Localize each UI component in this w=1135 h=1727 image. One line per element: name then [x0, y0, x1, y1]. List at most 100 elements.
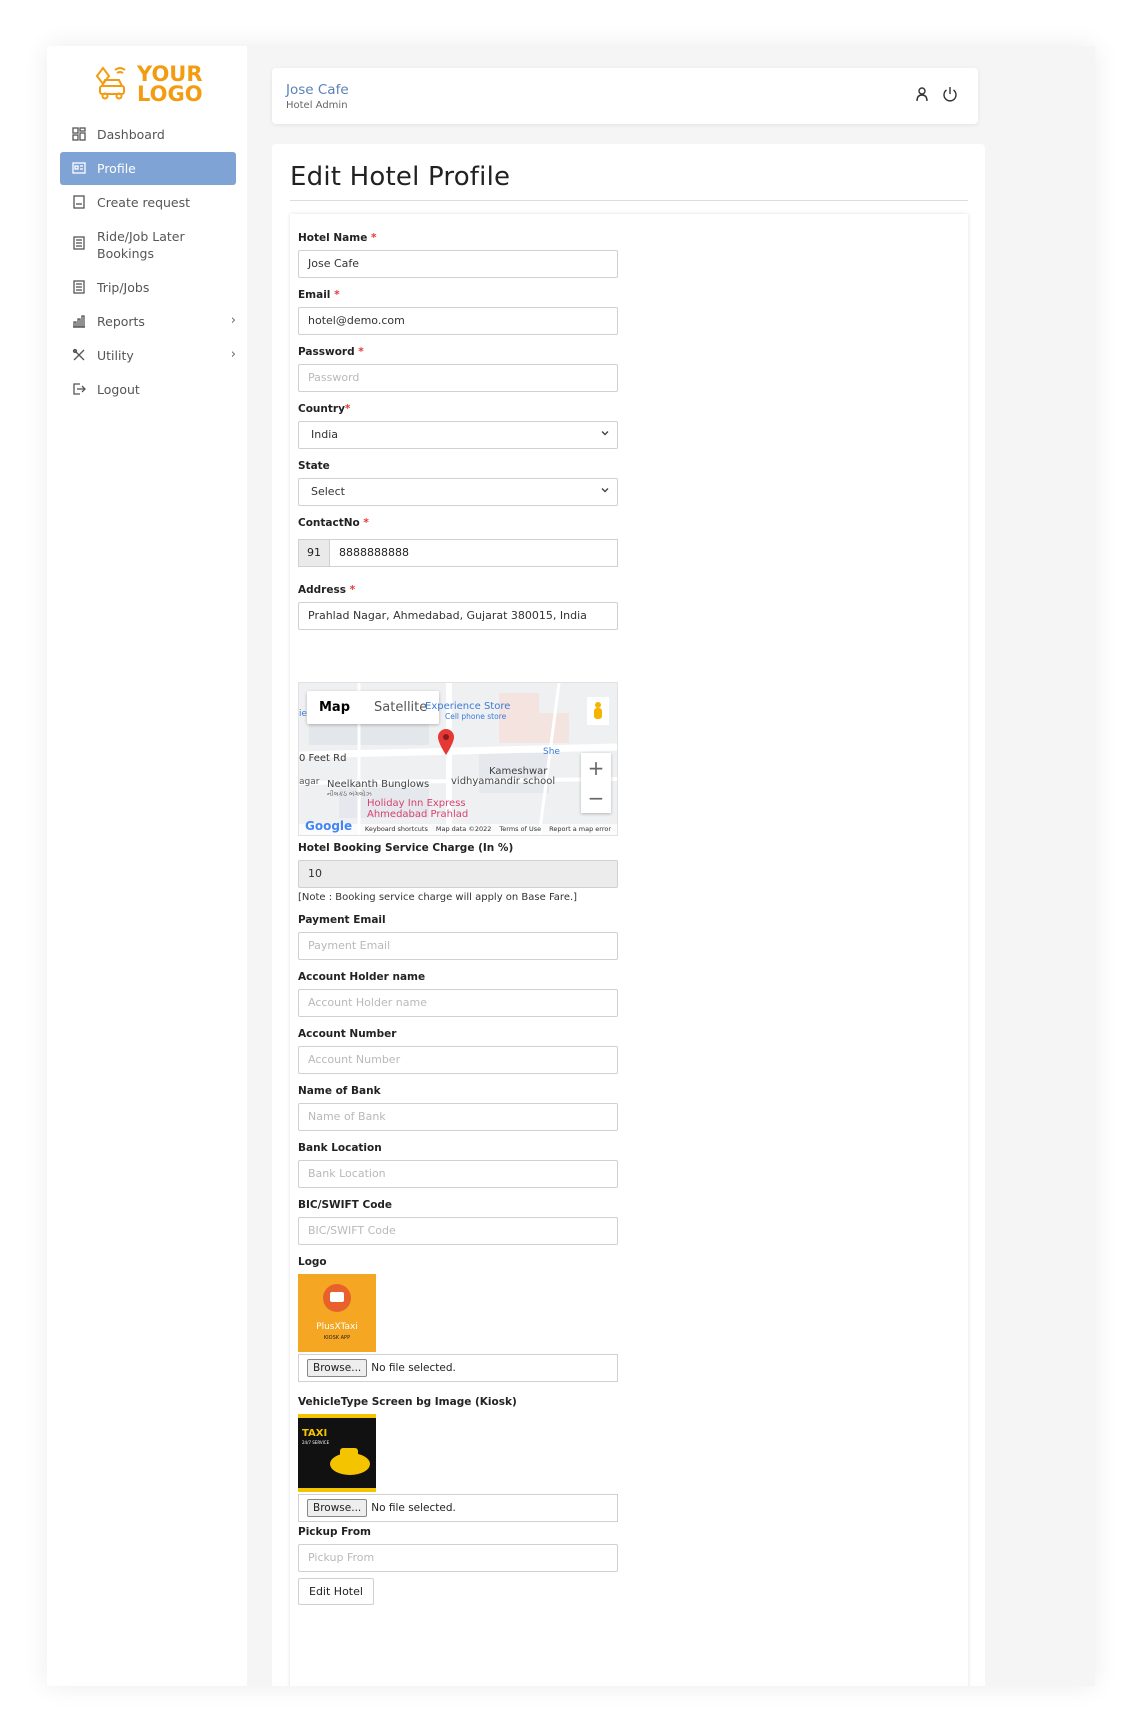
- sidebar-item-profile[interactable]: Profile: [60, 152, 236, 185]
- email-field: Email * hotel@demo.com: [298, 289, 618, 335]
- logo-file-input[interactable]: Browse... No file selected.: [298, 1354, 618, 1382]
- account-number-input[interactable]: Account Number: [298, 1046, 618, 1074]
- top-header: Jose Cafe Hotel Admin: [272, 68, 978, 124]
- chevron-down-icon: [601, 488, 609, 493]
- swift-input[interactable]: BIC/SWIFT Code: [298, 1217, 618, 1245]
- keyboard-shortcuts-link[interactable]: Keyboard shortcuts: [365, 824, 428, 835]
- bank-location-input[interactable]: Bank Location: [298, 1160, 618, 1188]
- app-frame: YOUR LOGO Dashboard Profile Create reque…: [47, 46, 1095, 1686]
- power-icon[interactable]: [942, 86, 958, 102]
- pickup-input[interactable]: Pickup From: [298, 1544, 618, 1572]
- sidebar: YOUR LOGO Dashboard Profile Create reque…: [47, 46, 247, 1686]
- logo-image-subtext: KIOSK APP: [324, 1335, 350, 1341]
- sidebar-item-label: Ride/Job Later Bookings: [97, 229, 185, 261]
- logo-field: Logo PlusXTaxi KIOSK APP Browse... No fi…: [298, 1256, 618, 1382]
- user-role: Hotel Admin: [286, 100, 348, 111]
- map-tab-map[interactable]: Map: [307, 691, 362, 724]
- payment-email-input[interactable]: Payment Email: [298, 932, 618, 960]
- map-label: Ahmedabad Prahlad: [367, 809, 469, 820]
- map-label: Cell phone store: [445, 712, 507, 721]
- service-charge-note: [Note : Booking service charge will appl…: [298, 892, 578, 903]
- service-charge-field: Hotel Booking Service Charge (In %) 10 […: [298, 842, 618, 903]
- browse-button[interactable]: Browse...: [307, 1359, 368, 1377]
- title-divider: [290, 200, 968, 201]
- sidebar-item-ride-job-later[interactable]: Ride/Job Later Bookings: [60, 220, 236, 270]
- edit-hotel-button[interactable]: Edit Hotel: [298, 1578, 374, 1605]
- sidebar-item-create-request[interactable]: Create request: [60, 186, 236, 219]
- terms-link[interactable]: Terms of Use: [499, 824, 541, 835]
- sidebar-item-label: Utility: [97, 348, 134, 363]
- field-label: Hotel Booking Service Charge (In %): [298, 842, 514, 854]
- contact-number-input[interactable]: 8888888888: [330, 539, 618, 567]
- brand-logo[interactable]: YOUR LOGO: [93, 64, 203, 105]
- browse-button[interactable]: Browse...: [307, 1499, 368, 1517]
- field-label: Hotel Name *: [298, 232, 377, 244]
- field-label: Address *: [298, 584, 356, 596]
- hotel-name-input[interactable]: Jose Cafe: [298, 250, 618, 278]
- bookings-icon: [73, 236, 85, 250]
- map-label: vidhyamandir school: [451, 776, 556, 787]
- google-logo: Google: [305, 819, 353, 833]
- trips-icon: [73, 280, 85, 294]
- field-label: VehicleType Screen bg Image (Kiosk): [298, 1396, 517, 1408]
- sidebar-item-reports[interactable]: Reports ›: [60, 305, 236, 338]
- map-label: agar: [299, 777, 320, 787]
- map-label: નીલકંઠ બંગલોઝ: [327, 790, 372, 798]
- field-label: State: [298, 460, 330, 472]
- state-field: State Select: [298, 460, 618, 506]
- sidebar-item-label: Reports: [97, 314, 145, 329]
- zoom-out-button[interactable]: −: [581, 783, 611, 813]
- map-label: Holiday Inn Express: [367, 798, 466, 809]
- dashboard-icon: [72, 127, 86, 141]
- bank-name-field: Name of Bank Name of Bank: [298, 1085, 618, 1131]
- country-field: Country* India: [298, 403, 618, 449]
- account-holder-field: Account Holder name Account Holder name: [298, 971, 618, 1017]
- zoom-in-button[interactable]: +: [581, 753, 611, 783]
- field-label: Account Number: [298, 1028, 397, 1040]
- field-label: Pickup From: [298, 1526, 371, 1538]
- location-map[interactable]: Map Satellite Experience Store Cell phon…: [298, 682, 618, 836]
- user-icon[interactable]: [914, 86, 930, 102]
- vehicle-bg-preview-image: TAXI 24/7 SERVICE: [298, 1414, 376, 1492]
- state-value: Select: [298, 478, 618, 506]
- vehicle-image-subtext: 24/7 SERVICE: [302, 1440, 330, 1445]
- pegman-icon[interactable]: [587, 697, 609, 725]
- taxi-logo-icon: [95, 66, 126, 100]
- bank-location-field: Bank Location Bank Location: [298, 1142, 618, 1188]
- map-label: Experience Store: [425, 701, 511, 712]
- account-number-field: Account Number Account Number: [298, 1028, 618, 1074]
- utility-icon: [72, 348, 85, 361]
- sidebar-item-trip-jobs[interactable]: Trip/Jobs: [60, 271, 236, 304]
- password-input[interactable]: Password: [298, 364, 618, 392]
- chevron-right-icon: ›: [230, 313, 236, 328]
- report-map-error-link[interactable]: Report a map error: [549, 824, 611, 835]
- file-status: No file selected.: [371, 1362, 456, 1374]
- logo-preview-image: PlusXTaxi KIOSK APP: [298, 1274, 376, 1352]
- account-holder-input[interactable]: Account Holder name: [298, 989, 618, 1017]
- sidebar-item-label: Profile: [97, 161, 136, 176]
- field-label: ContactNo *: [298, 517, 369, 529]
- address-input[interactable]: Prahlad Nagar, Ahmedabad, Gujarat 380015…: [298, 602, 618, 630]
- logout-icon: [73, 383, 86, 395]
- state-select[interactable]: Select: [298, 478, 618, 506]
- map-data-credit: Map data ©2022: [435, 825, 492, 833]
- edit-hotel-form: Hotel Name * Jose Cafe Email * hotel@dem…: [290, 214, 968, 1686]
- hotel-name-title: Jose Cafe: [286, 82, 349, 98]
- country-value: India: [298, 421, 618, 449]
- field-label: Logo: [298, 1256, 327, 1268]
- sidebar-item-utility[interactable]: Utility ›: [60, 339, 236, 372]
- password-field: Password * Password: [298, 346, 618, 392]
- vehicle-image-text: TAXI: [302, 1428, 327, 1439]
- logo-image-text: PlusXTaxi: [316, 1322, 358, 1332]
- sidebar-item-dashboard[interactable]: Dashboard: [60, 118, 236, 151]
- sidebar-item-logout[interactable]: Logout: [60, 373, 236, 406]
- sidebar-item-label: Dashboard: [97, 127, 165, 142]
- country-select[interactable]: India: [298, 421, 618, 449]
- vehicle-bg-file-input[interactable]: Browse... No file selected.: [298, 1494, 618, 1522]
- map-label: Neelkanth Bunglows: [327, 779, 430, 790]
- field-label: Email *: [298, 289, 340, 301]
- file-status: No file selected.: [371, 1502, 456, 1514]
- email-input[interactable]: hotel@demo.com: [298, 307, 618, 335]
- swift-field: BIC/SWIFT Code BIC/SWIFT Code: [298, 1199, 618, 1245]
- bank-name-input[interactable]: Name of Bank: [298, 1103, 618, 1131]
